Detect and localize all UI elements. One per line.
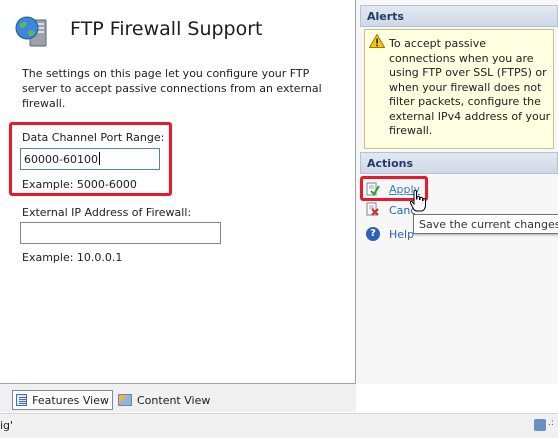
- content-view-icon: [118, 394, 132, 406]
- tooltip: Save the current changes.: [413, 214, 558, 234]
- help-link[interactable]: Help: [389, 228, 414, 241]
- page-title: FTP Firewall Support: [70, 18, 263, 40]
- external-ip-input[interactable]: [20, 222, 221, 244]
- ftp-globe-server-icon: [15, 16, 47, 47]
- status-bar: ig' .:: [0, 413, 558, 438]
- network-status-icon: [534, 419, 546, 431]
- tab-features-label: Features View: [32, 393, 109, 407]
- status-text: ig': [0, 419, 14, 432]
- cancel-icon[interactable]: [366, 202, 380, 216]
- help-icon[interactable]: ?: [366, 227, 380, 241]
- actions-header[interactable]: Actions: [360, 152, 558, 174]
- external-ip-example: Example: 10.0.0.1: [22, 251, 123, 264]
- hand-cursor-icon: [409, 190, 426, 212]
- warning-icon: [369, 34, 385, 48]
- tab-content-view[interactable]: Content View: [115, 390, 215, 410]
- alert-message: To accept passive connections when you a…: [389, 37, 551, 137]
- external-ip-label: External IP Address of Firewall:: [22, 206, 192, 219]
- tab-features-view[interactable]: Features View: [12, 390, 113, 410]
- alerts-header[interactable]: Alerts: [360, 5, 558, 27]
- status-overflow-icon: .:: [548, 418, 554, 428]
- features-view-icon: [16, 394, 28, 406]
- port-range-highlight-box: [9, 122, 172, 196]
- view-switcher-bar: Features View Content View: [0, 384, 356, 412]
- page-description: The settings on this page let you config…: [22, 67, 322, 110]
- main-content-panel: FTP Firewall Support The settings on thi…: [0, 0, 356, 384]
- tab-content-label: Content View: [137, 393, 211, 407]
